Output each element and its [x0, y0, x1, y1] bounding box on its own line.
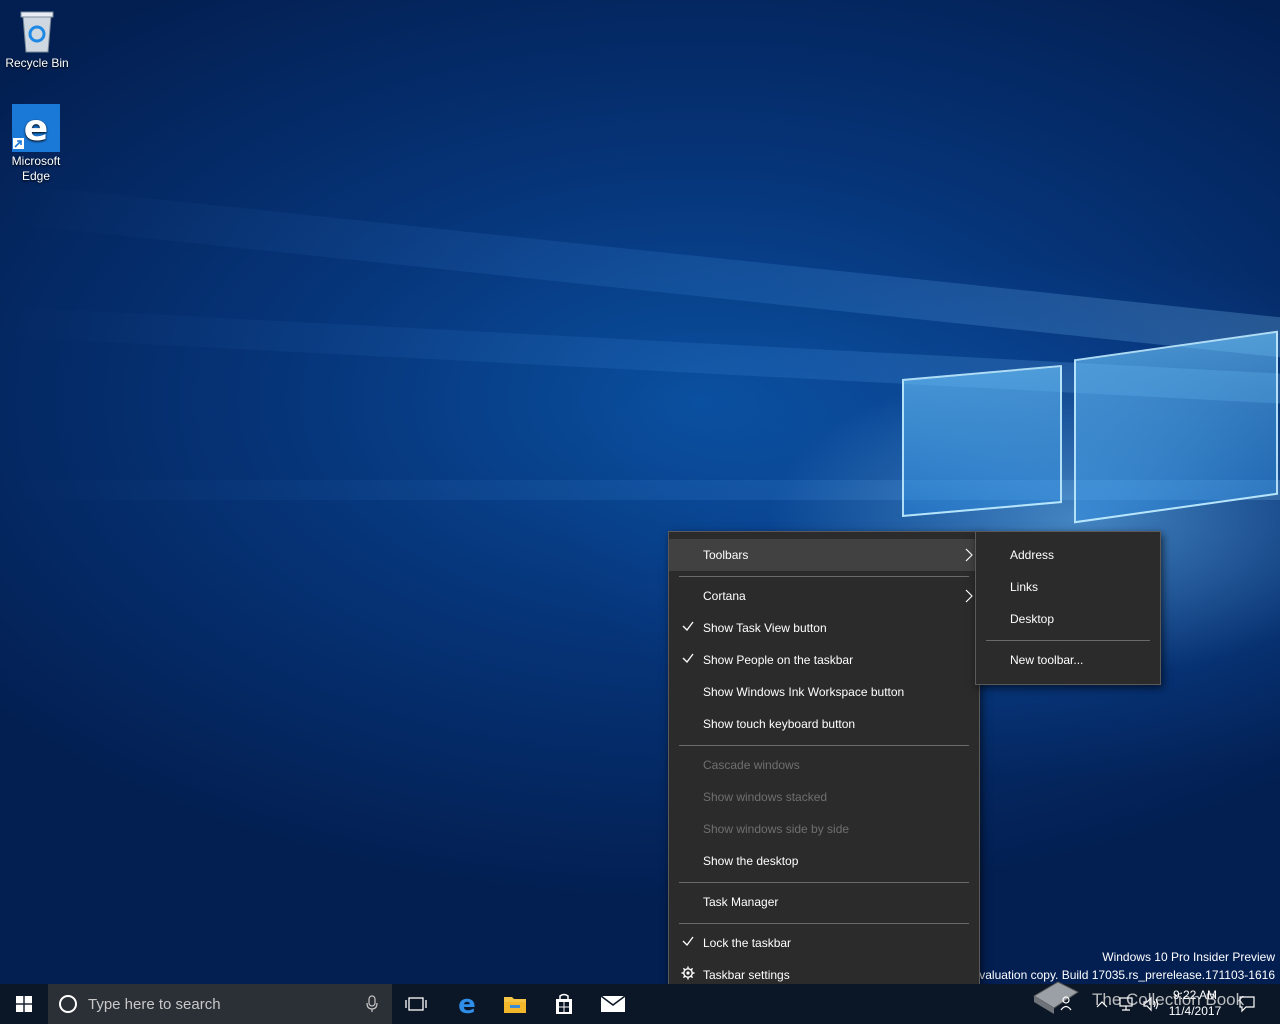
- menu-item-cortana[interactable]: Cortana: [669, 580, 979, 612]
- taskbar-app-mail[interactable]: [589, 984, 637, 1024]
- gear-icon: [681, 966, 695, 980]
- store-icon: [556, 993, 572, 1014]
- task-view-icon: [405, 997, 427, 1011]
- watermark-build: Evaluation copy. Build 17035.rs_prerelea…: [971, 968, 1275, 982]
- chevron-up-icon[interactable]: [1096, 1000, 1108, 1008]
- menu-item-show-task-view-button[interactable]: Show Task View button: [669, 612, 979, 644]
- svg-text:e: e: [458, 992, 476, 1016]
- checkmark-icon: [682, 936, 694, 946]
- desktop-icon-label: Microsoft Edge: [11, 154, 61, 183]
- edge-icon: e: [458, 992, 476, 1016]
- menu-item-lock-the-taskbar[interactable]: Lock the taskbar: [669, 927, 979, 959]
- menu-item-show-touch-keyboard[interactable]: Show touch keyboard button: [669, 708, 979, 740]
- windows-logo-icon: [16, 996, 32, 1012]
- menu-item-show-windows-side-by-side: Show windows side by side: [703, 822, 850, 836]
- network-icon[interactable]: [1118, 996, 1134, 1012]
- task-view-button[interactable]: [392, 984, 440, 1024]
- people-icon: [1060, 996, 1072, 1011]
- checkmark-icon: [682, 653, 694, 663]
- menu-item-show-windows-stacked: Show windows stacked: [703, 790, 828, 804]
- tray-clock[interactable]: 9:22 AM 11/4/2017: [1162, 987, 1228, 1019]
- chevron-right-icon: [965, 589, 973, 603]
- recycle-bin-icon: [20, 11, 54, 53]
- search-placeholder: Type here to search: [88, 995, 221, 1013]
- microphone-icon[interactable]: [366, 995, 378, 1013]
- svg-text:e: e: [24, 108, 48, 149]
- menu-item-toolbars[interactable]: Toolbars: [669, 539, 979, 571]
- mail-icon: [600, 995, 626, 1012]
- submenu-item-new-toolbar[interactable]: New toolbar...: [976, 644, 1160, 676]
- edge-icon: e: [12, 104, 60, 152]
- start-button[interactable]: [0, 984, 48, 1024]
- taskbar: Type here to search e The Collection Boo…: [0, 981, 1280, 1024]
- menu-item-task-manager[interactable]: Task Manager: [669, 886, 979, 918]
- watermark-edition: Windows 10 Pro Insider Preview: [1102, 950, 1275, 964]
- taskbar-app-edge[interactable]: e: [443, 984, 491, 1024]
- submenu-item-desktop[interactable]: Desktop: [976, 603, 1160, 635]
- tray-people-icon[interactable]: [1060, 994, 1076, 1012]
- menu-item-show-the-desktop[interactable]: Show the desktop: [669, 845, 979, 877]
- taskbar-search-box[interactable]: Type here to search: [48, 984, 392, 1024]
- chevron-right-icon: [965, 548, 973, 562]
- clock-time: 9:22 AM: [1172, 988, 1218, 1002]
- menu-separator: [679, 882, 969, 883]
- menu-item-cascade-windows: Cascade windows: [703, 758, 800, 772]
- menu-item-show-people[interactable]: Show People on the taskbar: [669, 644, 979, 676]
- menu-separator: [986, 640, 1150, 641]
- taskbar-app-file-explorer[interactable]: [491, 984, 539, 1024]
- toolbars-submenu: Address Links Desktop New toolbar...: [975, 531, 1161, 685]
- desktop-icon-label: Recycle Bin: [5, 56, 69, 70]
- menu-separator: [679, 923, 969, 924]
- desktop-icon-microsoft-edge[interactable]: e Microsoft Edge: [1, 104, 71, 184]
- volume-icon[interactable]: [1142, 996, 1160, 1012]
- clock-date: 11/4/2017: [1168, 1004, 1222, 1018]
- build-watermark: Windows 10 Pro Insider Preview Evaluatio…: [971, 948, 1275, 984]
- checkmark-icon: [682, 621, 694, 631]
- action-center-icon[interactable]: [1238, 995, 1256, 1013]
- submenu-item-links[interactable]: Links: [976, 571, 1160, 603]
- desktop-icon-recycle-bin[interactable]: Recycle Bin: [2, 8, 72, 71]
- menu-separator: [679, 745, 969, 746]
- submenu-item-address[interactable]: Address: [976, 539, 1160, 571]
- taskbar-app-store[interactable]: [540, 984, 588, 1024]
- taskbar-context-menu: Toolbars Cortana Show Task View button S…: [668, 531, 980, 1000]
- file-explorer-icon: [504, 997, 526, 1013]
- cortana-circle-icon: [59, 995, 77, 1013]
- menu-item-show-ink-workspace[interactable]: Show Windows Ink Workspace button: [669, 676, 979, 708]
- menu-separator: [679, 576, 969, 577]
